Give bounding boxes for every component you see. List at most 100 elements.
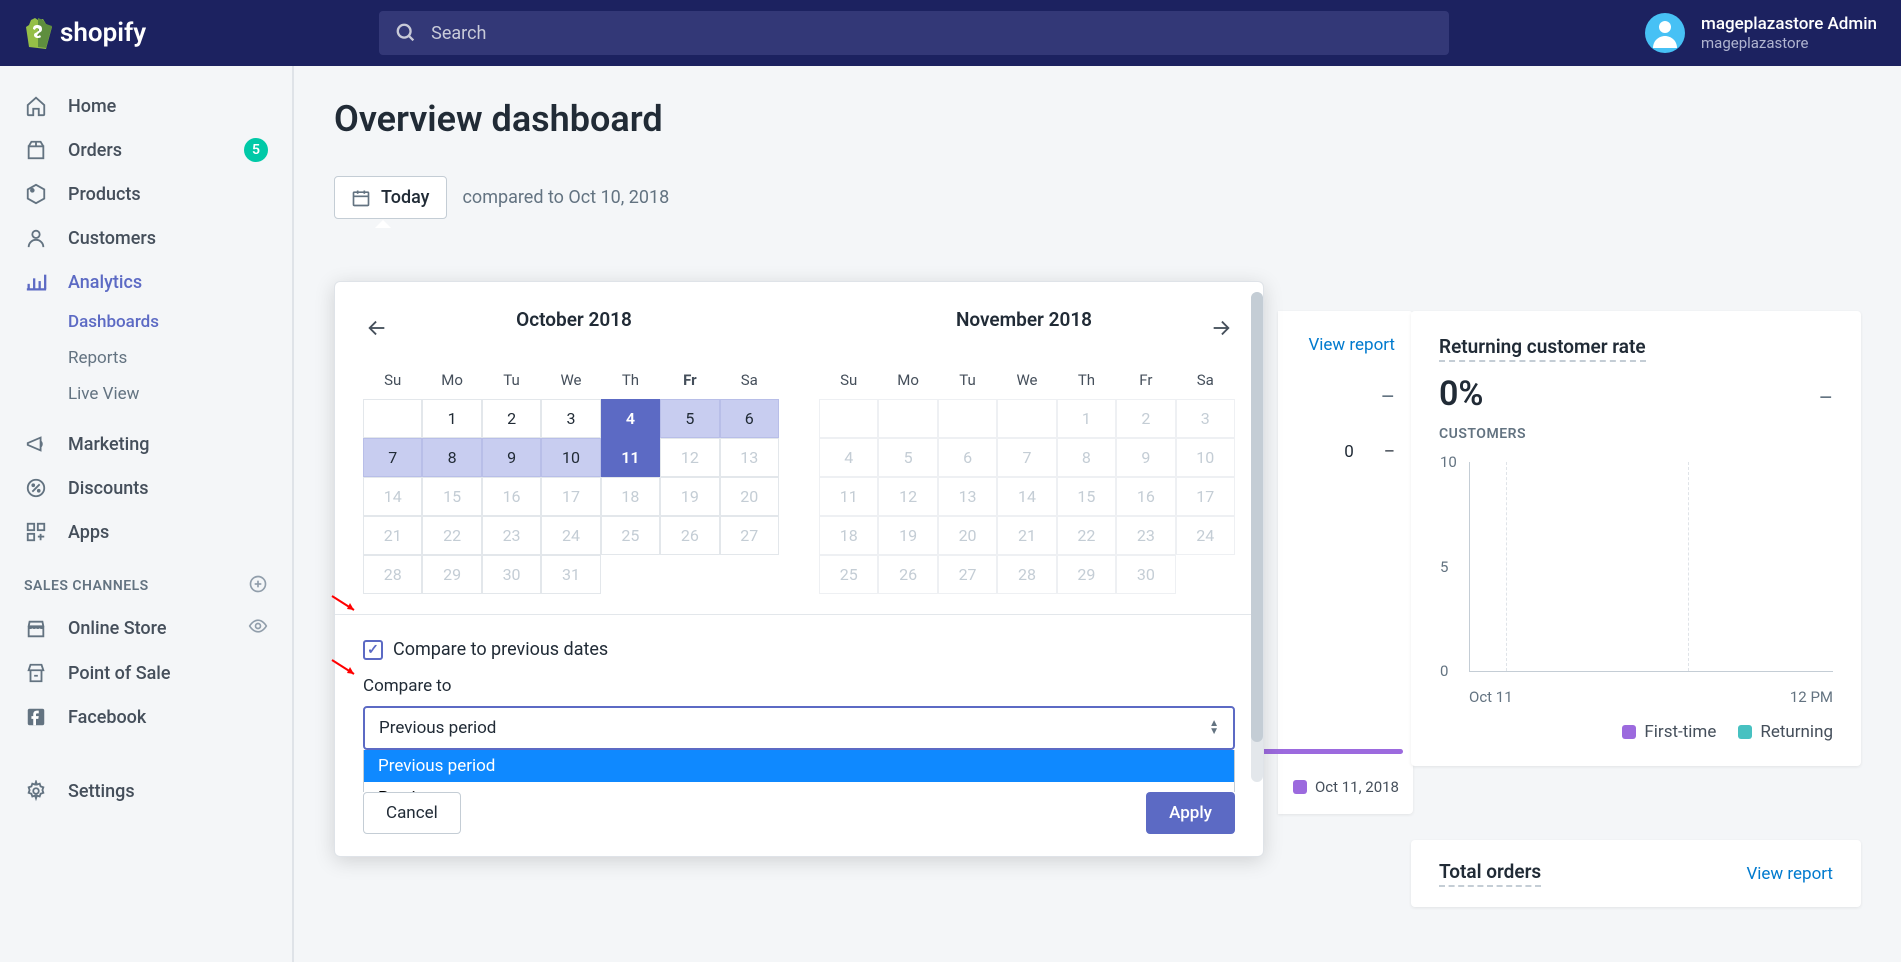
calendar-day[interactable]: 16 xyxy=(1116,477,1175,516)
calendar-day[interactable]: 17 xyxy=(541,477,600,516)
calendar-day[interactable]: 19 xyxy=(660,477,719,516)
view-report-link[interactable]: View report xyxy=(1296,335,1395,355)
calendar-day[interactable]: 16 xyxy=(482,477,541,516)
compare-checkbox[interactable]: ✓ xyxy=(363,640,383,660)
sidebar-sub-reports[interactable]: Reports xyxy=(0,340,292,376)
calendar-day[interactable]: 29 xyxy=(422,555,481,594)
calendar-day[interactable]: 3 xyxy=(1176,399,1235,438)
calendar-day[interactable]: 31 xyxy=(541,555,600,594)
calendar-day[interactable]: 7 xyxy=(363,438,422,477)
calendar-day[interactable]: 7 xyxy=(997,438,1056,477)
sidebar-item-apps[interactable]: Apps xyxy=(0,510,292,554)
orders-badge: 5 xyxy=(244,138,268,162)
calendar-day[interactable]: 22 xyxy=(1057,516,1116,555)
calendar-day[interactable]: 26 xyxy=(878,555,937,594)
calendar-day[interactable]: 17 xyxy=(1176,477,1235,516)
sidebar-item-products[interactable]: Products xyxy=(0,172,292,216)
calendar-day[interactable]: 12 xyxy=(878,477,937,516)
calendar-day[interactable]: 3 xyxy=(541,399,600,438)
compare-to-dropdown: Previous period Previous year xyxy=(363,750,1235,792)
sidebar-channel-online-store[interactable]: Online Store xyxy=(0,606,292,651)
calendar-day[interactable]: 14 xyxy=(997,477,1056,516)
eye-icon[interactable] xyxy=(248,616,268,641)
calendar-day[interactable]: 26 xyxy=(660,516,719,555)
sidebar-item-settings[interactable]: Settings xyxy=(0,769,292,813)
calendar-day[interactable]: 23 xyxy=(482,516,541,555)
add-channel-icon[interactable] xyxy=(248,574,268,598)
calendar-day[interactable]: 29 xyxy=(1057,555,1116,594)
date-picker-popover: October 2018 SuMoTuWeThFrSa 123456789101… xyxy=(334,281,1264,857)
calendar-day[interactable]: 8 xyxy=(422,438,481,477)
calendar-day[interactable]: 24 xyxy=(1176,516,1235,555)
sidebar: Home Orders 5 Products Customers Analyti… xyxy=(0,66,294,962)
facebook-icon xyxy=(24,705,48,729)
calendar-day[interactable]: 15 xyxy=(1057,477,1116,516)
analytics-icon xyxy=(24,270,48,294)
calendar-day[interactable]: 23 xyxy=(1116,516,1175,555)
calendar-day[interactable]: 12 xyxy=(660,438,719,477)
sidebar-item-orders[interactable]: Orders 5 xyxy=(0,128,292,172)
sidebar-sub-dashboards[interactable]: Dashboards xyxy=(0,304,292,340)
sidebar-sub-liveview[interactable]: Live View xyxy=(0,376,292,412)
calendar-day[interactable]: 5 xyxy=(660,399,719,438)
calendar-day[interactable]: 1 xyxy=(422,399,481,438)
calendar-day[interactable]: 27 xyxy=(720,516,779,555)
calendar-day[interactable]: 2 xyxy=(1116,399,1175,438)
calendar-day[interactable]: 28 xyxy=(363,555,422,594)
calendar-day[interactable]: 4 xyxy=(819,438,878,477)
sidebar-channel-facebook[interactable]: Facebook xyxy=(0,695,292,739)
calendar-day[interactable]: 18 xyxy=(601,477,660,516)
dropdown-option-previous-year[interactable]: Previous year xyxy=(364,782,1234,792)
compare-to-select[interactable]: Previous period ▲▼ xyxy=(363,706,1235,750)
sidebar-item-home[interactable]: Home xyxy=(0,84,292,128)
calendar-day[interactable]: 13 xyxy=(938,477,997,516)
calendar-day[interactable]: 9 xyxy=(482,438,541,477)
calendar-day[interactable]: 9 xyxy=(1116,438,1175,477)
cancel-button[interactable]: Cancel xyxy=(363,792,461,834)
next-month-icon[interactable] xyxy=(1207,314,1235,342)
calendar-day[interactable]: 30 xyxy=(482,555,541,594)
date-range-button[interactable]: Today xyxy=(334,176,447,219)
calendar-day[interactable]: 14 xyxy=(363,477,422,516)
dropdown-option-previous-period[interactable]: Previous period xyxy=(364,750,1234,782)
search-input[interactable] xyxy=(431,23,1433,44)
calendar-day[interactable]: 25 xyxy=(601,516,660,555)
sidebar-item-discounts[interactable]: Discounts xyxy=(0,466,292,510)
sidebar-channel-pos[interactable]: Point of Sale xyxy=(0,651,292,695)
calendar-day[interactable]: 30 xyxy=(1116,555,1175,594)
calendar-day[interactable]: 21 xyxy=(363,516,422,555)
calendar-day[interactable]: 6 xyxy=(720,399,779,438)
calendar-day[interactable]: 25 xyxy=(819,555,878,594)
calendar-day[interactable]: 22 xyxy=(422,516,481,555)
calendar-day[interactable]: 10 xyxy=(1176,438,1235,477)
user-menu[interactable]: mageplazastore Admin mageplazastore xyxy=(1615,13,1877,53)
sidebar-item-label: Customers xyxy=(68,228,268,249)
sidebar-item-customers[interactable]: Customers xyxy=(0,216,292,260)
view-report-link[interactable]: View report xyxy=(1746,864,1833,884)
prev-month-icon[interactable] xyxy=(363,314,391,342)
calendar-day[interactable]: 10 xyxy=(541,438,600,477)
calendar-day[interactable]: 11 xyxy=(819,477,878,516)
calendar-day[interactable]: 2 xyxy=(482,399,541,438)
scrollbar[interactable] xyxy=(1251,292,1263,782)
calendar-day[interactable]: 27 xyxy=(938,555,997,594)
calendar-day[interactable]: 11 xyxy=(601,438,660,477)
calendar-day[interactable]: 1 xyxy=(1057,399,1116,438)
sidebar-item-analytics[interactable]: Analytics xyxy=(0,260,292,304)
calendar-day[interactable]: 8 xyxy=(1057,438,1116,477)
sidebar-item-marketing[interactable]: Marketing xyxy=(0,422,292,466)
calendar-day[interactable]: 5 xyxy=(878,438,937,477)
calendar-day[interactable]: 13 xyxy=(720,438,779,477)
apply-button[interactable]: Apply xyxy=(1146,792,1235,834)
calendar-day[interactable]: 19 xyxy=(878,516,937,555)
calendar-day[interactable]: 6 xyxy=(938,438,997,477)
calendar-day[interactable]: 4 xyxy=(601,399,660,438)
calendar-day[interactable]: 15 xyxy=(422,477,481,516)
calendar-day[interactable]: 20 xyxy=(720,477,779,516)
calendar-day[interactable]: 24 xyxy=(541,516,600,555)
calendar-day[interactable]: 28 xyxy=(997,555,1056,594)
calendar-day[interactable]: 20 xyxy=(938,516,997,555)
calendar-day[interactable]: 21 xyxy=(997,516,1056,555)
calendar-day[interactable]: 18 xyxy=(819,516,878,555)
search-box[interactable] xyxy=(379,11,1449,55)
